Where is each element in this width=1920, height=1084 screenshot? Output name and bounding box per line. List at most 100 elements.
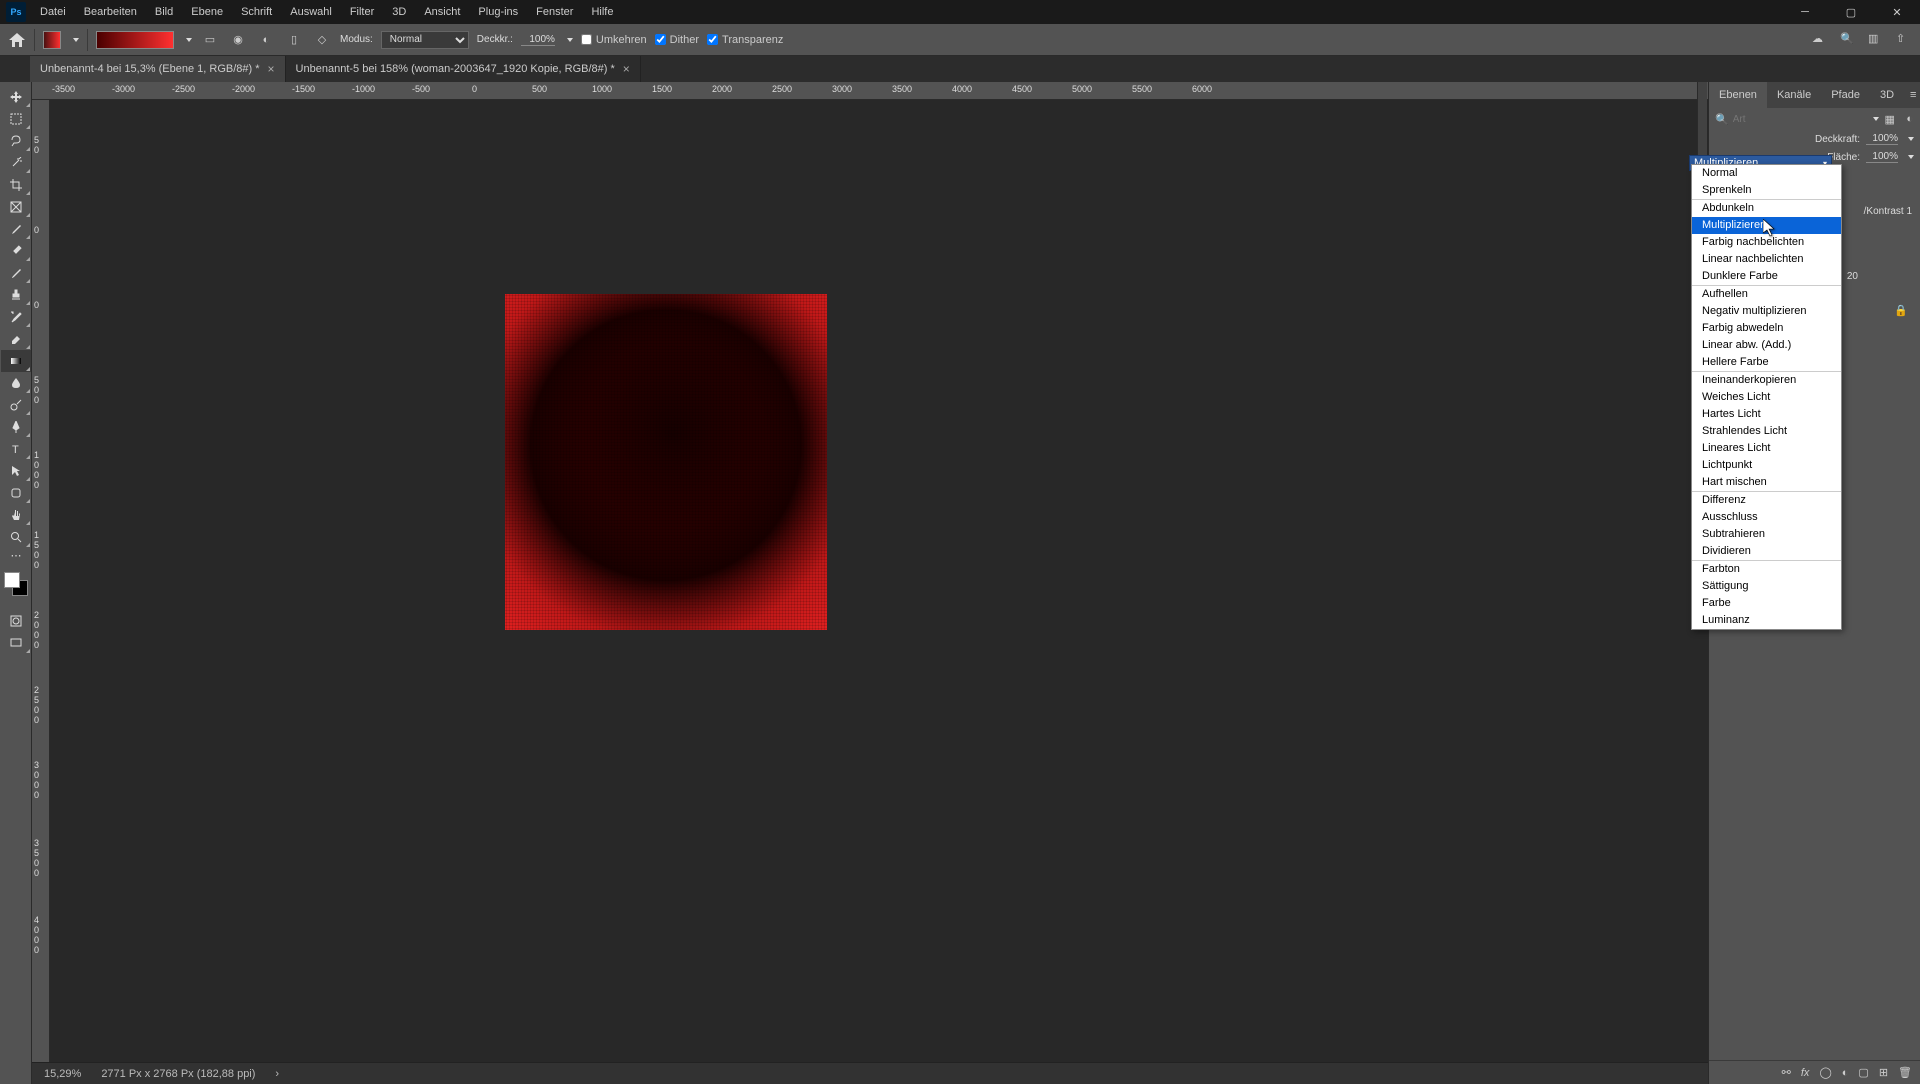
home-icon[interactable] xyxy=(8,31,26,49)
close-icon[interactable]: × xyxy=(623,62,630,76)
mask-icon[interactable]: ◯ xyxy=(1819,1066,1831,1079)
group-icon[interactable]: ▢ xyxy=(1858,1066,1868,1079)
quickmask-icon[interactable] xyxy=(1,610,31,632)
frame-tool[interactable] xyxy=(1,196,31,218)
blend-option[interactable]: Negativ multiplizieren xyxy=(1692,303,1841,320)
heal-tool[interactable] xyxy=(1,240,31,262)
panel-tab-pfade[interactable]: Pfade xyxy=(1821,82,1870,108)
crop-tool[interactable] xyxy=(1,174,31,196)
menu-schrift[interactable]: Schrift xyxy=(233,2,280,22)
zoom-tool[interactable] xyxy=(1,526,31,548)
blend-option[interactable]: Lichtpunkt xyxy=(1692,457,1841,474)
hand-tool[interactable] xyxy=(1,504,31,526)
menu-auswahl[interactable]: Auswahl xyxy=(282,2,340,22)
path-select-tool[interactable] xyxy=(1,460,31,482)
zoom-level[interactable]: 15,29% xyxy=(44,1068,81,1080)
blend-option[interactable]: Hartes Licht xyxy=(1692,406,1841,423)
blur-tool[interactable] xyxy=(1,372,31,394)
panel-tab-3d[interactable]: 3D xyxy=(1870,82,1904,108)
gradient-radial-icon[interactable]: ◉ xyxy=(228,30,248,50)
adjustment-icon[interactable]: ◐ xyxy=(1842,1067,1849,1079)
blend-option[interactable]: Linear abw. (Add.) xyxy=(1692,337,1841,354)
blend-mode-dropdown[interactable]: NormalSprenkelnAbdunkelnMultiplizierenFa… xyxy=(1691,164,1842,630)
foreground-color-swatch[interactable] xyxy=(4,572,20,588)
lasso-tool[interactable] xyxy=(1,130,31,152)
edit-toolbar[interactable]: ⋯ xyxy=(1,548,31,562)
filter-adjust-icon[interactable]: ◐ xyxy=(1903,112,1917,126)
share-icon[interactable]: ⇧ xyxy=(1896,32,1912,48)
transparenz-checkbox[interactable]: Transparenz xyxy=(707,34,783,46)
blend-option[interactable]: Farbton xyxy=(1692,561,1841,578)
doc-tab-active[interactable]: Unbenannt-4 bei 15,3% (Ebene 1, RGB/8#) … xyxy=(30,56,286,82)
shape-tool[interactable] xyxy=(1,482,31,504)
deckkraft-input[interactable] xyxy=(521,34,555,45)
blend-option[interactable]: Linear nachbelichten xyxy=(1692,251,1841,268)
stamp-tool[interactable] xyxy=(1,284,31,306)
blend-option[interactable]: Hart mischen xyxy=(1692,474,1841,491)
workspace-icon[interactable]: ▥ xyxy=(1868,32,1884,48)
menu-plug-ins[interactable]: Plug-ins xyxy=(470,2,526,22)
close-button[interactable]: ✕ xyxy=(1874,0,1920,24)
search-icon[interactable]: 🔍 xyxy=(1715,113,1729,126)
gradient-diamond-icon[interactable]: ◇ xyxy=(312,30,332,50)
menu-datei[interactable]: Datei xyxy=(32,2,74,22)
new-layer-icon[interactable]: ⊞ xyxy=(1879,1066,1888,1079)
eraser-tool[interactable] xyxy=(1,328,31,350)
menu-fenster[interactable]: Fenster xyxy=(528,2,581,22)
color-swatches[interactable] xyxy=(0,570,31,604)
gradient-picker-swatch[interactable] xyxy=(43,31,61,49)
blend-option[interactable]: Aufhellen xyxy=(1692,286,1841,303)
history-brush-tool[interactable] xyxy=(1,306,31,328)
blend-option[interactable]: Ausschluss xyxy=(1692,509,1841,526)
marquee-tool[interactable] xyxy=(1,108,31,130)
blend-option[interactable]: Sättigung xyxy=(1692,578,1841,595)
menu-ebene[interactable]: Ebene xyxy=(183,2,231,22)
panel-menu-icon[interactable]: ≡ xyxy=(1904,89,1920,101)
blend-option[interactable]: Sprenkeln xyxy=(1692,182,1841,199)
blend-option[interactable]: Strahlendes Licht xyxy=(1692,423,1841,440)
modus-select[interactable]: Normal xyxy=(381,31,469,49)
blend-option[interactable]: Weiches Licht xyxy=(1692,389,1841,406)
blend-option[interactable]: Differenz xyxy=(1692,492,1841,509)
brush-tool[interactable] xyxy=(1,262,31,284)
blend-option[interactable]: Abdunkeln xyxy=(1692,200,1841,217)
blend-option[interactable]: Ineinanderkopieren xyxy=(1692,372,1841,389)
blend-option[interactable]: Normal xyxy=(1692,165,1841,182)
menu-bearbeiten[interactable]: Bearbeiten xyxy=(76,2,145,22)
screenmode-icon[interactable] xyxy=(1,632,31,654)
move-tool[interactable] xyxy=(1,86,31,108)
panel-tab-ebenen[interactable]: Ebenen xyxy=(1709,82,1767,108)
layer-opacity-input[interactable] xyxy=(1866,133,1898,145)
filter-pixel-icon[interactable]: ▦ xyxy=(1883,112,1897,126)
canvas[interactable] xyxy=(50,100,1708,1062)
umkehren-checkbox[interactable]: Umkehren xyxy=(581,34,647,46)
trash-icon[interactable]: 🗑 xyxy=(1898,1066,1912,1079)
gradient-tool[interactable] xyxy=(1,350,31,372)
blend-option[interactable]: Subtrahieren xyxy=(1692,526,1841,543)
fx-icon[interactable]: fx xyxy=(1801,1067,1810,1079)
menu-3d[interactable]: 3D xyxy=(384,2,414,22)
close-icon[interactable]: × xyxy=(268,62,275,76)
blend-option[interactable]: Lineares Licht xyxy=(1692,440,1841,457)
cloud-docs-icon[interactable]: ☁ xyxy=(1812,32,1828,48)
eyedropper-tool[interactable] xyxy=(1,218,31,240)
dither-checkbox[interactable]: Dither xyxy=(655,34,699,46)
type-tool[interactable]: T xyxy=(1,438,31,460)
layer-filter-input[interactable] xyxy=(1733,114,1865,125)
wand-tool[interactable] xyxy=(1,152,31,174)
layer-fill-input[interactable] xyxy=(1866,151,1898,163)
blend-option[interactable]: Farbe xyxy=(1692,595,1841,612)
menu-filter[interactable]: Filter xyxy=(342,2,382,22)
blend-option[interactable]: Hellere Farbe xyxy=(1692,354,1841,371)
minimize-button[interactable]: ─ xyxy=(1782,0,1828,24)
status-caret[interactable]: › xyxy=(275,1068,279,1080)
doc-info[interactable]: 2771 Px x 2768 Px (182,88 ppi) xyxy=(101,1068,255,1080)
blend-option[interactable]: Farbig abwedeln xyxy=(1692,320,1841,337)
link-layers-icon[interactable]: ⚯ xyxy=(1782,1066,1791,1079)
gradient-reflected-icon[interactable]: ▯ xyxy=(284,30,304,50)
maximize-button[interactable]: ▢ xyxy=(1828,0,1874,24)
panel-tab-kanäle[interactable]: Kanäle xyxy=(1767,82,1821,108)
blend-option[interactable]: Farbig nachbelichten xyxy=(1692,234,1841,251)
gradient-preview[interactable] xyxy=(96,31,174,49)
doc-tab-inactive[interactable]: Unbenannt-5 bei 158% (woman-2003647_1920… xyxy=(286,56,641,82)
